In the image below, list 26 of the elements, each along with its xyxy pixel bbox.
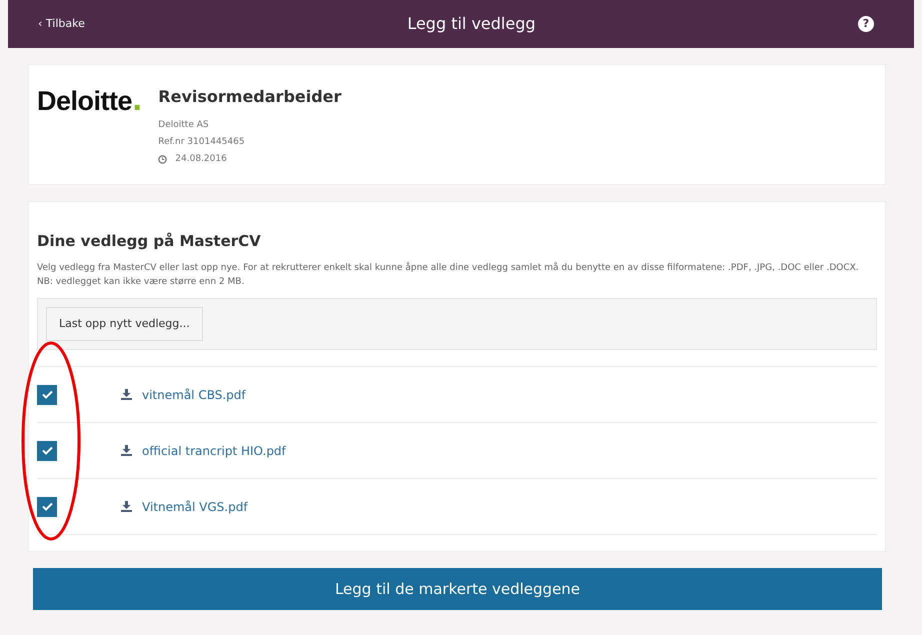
company-name: Deloitte AS <box>158 119 210 132</box>
reference-number: Ref.nr 3101445465 <box>158 136 246 150</box>
logo-dot: . <box>132 86 142 117</box>
check-icon <box>42 390 52 400</box>
back-link[interactable]: ‹ Tilbake <box>38 16 85 32</box>
check-icon <box>42 446 52 456</box>
download-icon <box>121 445 132 456</box>
checkbox[interactable] <box>37 384 57 405</box>
help-icon[interactable]: ? <box>858 16 874 32</box>
file-link[interactable]: Vitnemål VGS.pdf <box>142 498 248 516</box>
checkbox[interactable] <box>37 440 57 461</box>
date: 24.08.2016 <box>175 153 227 166</box>
upload-button[interactable]: Last opp nytt vedlegg... <box>46 306 203 342</box>
job-title: Revisormedarbeider <box>158 86 342 108</box>
download-icon <box>121 501 132 512</box>
section-heading: Dine vedlegg på MasterCV <box>37 231 262 252</box>
company-logo: Deloitte <box>37 86 132 116</box>
submit-button[interactable]: Legg til de markerte vedleggene <box>33 568 882 610</box>
download-icon <box>121 389 132 400</box>
file-link[interactable]: official trancript HIO.pdf <box>142 442 286 460</box>
description: Velg vedlegg fra MasterCV eller last opp nye. For at rekrutterer enkelt skal kunne åpne alle dine vedlegg samlet må du benytte en av disse filformatene: .PDF, .JPG, .DOC eller .DOCX. NB: vedlegget kan ikke være større enn 2 MB. <box>37 261 860 290</box>
check-icon <box>42 502 52 512</box>
clock-icon <box>158 155 168 164</box>
page-title: Legg til vedlegg <box>407 13 536 35</box>
file-link[interactable]: vitnemål CBS.pdf <box>142 386 246 404</box>
checkbox[interactable] <box>37 496 57 517</box>
